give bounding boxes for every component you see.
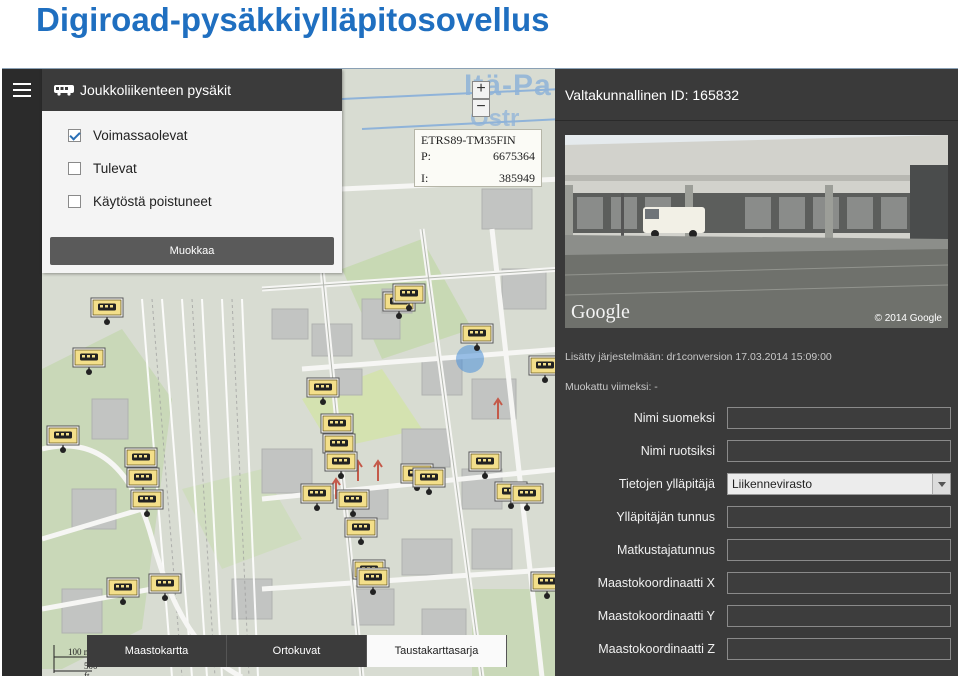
form-field-label: Ylläpitäjän tunnus: [616, 510, 715, 524]
map-type-tabs: Maastokartta Ortokuvat Taustakarttasarja: [87, 635, 507, 667]
form-field-input[interactable]: [727, 539, 951, 561]
street-view-photo[interactable]: Google © 2014 Google: [565, 135, 948, 328]
bus-stop-marker[interactable]: [106, 577, 140, 605]
layer-checkbox[interactable]: [68, 129, 81, 142]
bus-stop-marker[interactable]: [72, 347, 106, 375]
bus-stop-marker[interactable]: [510, 483, 544, 511]
layer-option-poistuneet[interactable]: Käytöstä poistuneet: [42, 185, 342, 218]
form-row: Tietojen ylläpitäjä Liikennevirasto: [555, 473, 958, 497]
modified-info: Muokattu viimeksi: -: [565, 381, 658, 393]
menu-button[interactable]: [2, 69, 42, 111]
bus-stop-marker[interactable]: [90, 297, 124, 325]
chevron-down-icon[interactable]: [932, 474, 950, 494]
photo-brand-logo: Google: [571, 301, 630, 323]
layer-option-tulevat[interactable]: Tulevat: [42, 152, 342, 185]
form-row: Ylläpitäjän tunnus: [555, 506, 958, 530]
bus-icon: [54, 85, 74, 96]
form-row: Maastokoordinaatti Z: [555, 638, 958, 662]
layer-option-label: Voimassaolevat: [93, 128, 188, 143]
maintainer-select-value: Liikennevirasto: [732, 477, 813, 491]
bus-stop-marker[interactable]: [336, 489, 370, 517]
bus-stop-marker[interactable]: [306, 377, 340, 405]
form-row: Nimi suomeksi: [555, 407, 958, 431]
form-field-input[interactable]: [727, 572, 951, 594]
app-window: Itä-Pa Östr + − ETRS89-TM35FIN P: 6675364…: [2, 68, 958, 676]
tab-maastokartta[interactable]: Maastokartta: [87, 635, 227, 667]
bus-stop-marker[interactable]: [356, 567, 390, 595]
layer-option-label: Käytöstä poistuneet: [93, 194, 212, 209]
form-field-input[interactable]: [727, 506, 951, 528]
form-field-input[interactable]: [727, 605, 951, 627]
form-row: Matkustajatunnus: [555, 539, 958, 563]
bus-stop-marker[interactable]: [324, 451, 358, 479]
form-field-input[interactable]: [727, 440, 951, 462]
bus-stop-marker[interactable]: [148, 573, 182, 601]
layer-panel: Joukkoliikenteen pysäkit Voimassaolevat …: [42, 69, 342, 273]
layer-checkbox[interactable]: [68, 195, 81, 208]
form-field-input[interactable]: [727, 407, 951, 429]
stop-id-header: Valtakunnallinen ID: 165832: [555, 69, 958, 121]
layer-option-label: Tulevat: [93, 161, 137, 176]
layer-panel-header: Joukkoliikenteen pysäkit: [42, 69, 342, 111]
layer-option-voimassaolevat[interactable]: Voimassaolevat: [42, 119, 342, 152]
coordinate-p-value: 6675364: [493, 149, 535, 163]
coordinate-i-label: I:: [421, 171, 429, 185]
tab-ortokuvat[interactable]: Ortokuvat: [227, 635, 367, 667]
tab-taustakarttasarja[interactable]: Taustakarttasarja: [367, 635, 507, 667]
bus-stop-marker[interactable]: [46, 425, 80, 453]
coordinate-i-value: 385949: [499, 171, 535, 185]
layer-panel-title: Joukkoliikenteen pysäkit: [80, 82, 231, 98]
form-field-label: Maastokoordinaatti Y: [597, 609, 715, 623]
slide-title: Digiroad-pysäkkiylläpitosovellus: [36, 1, 550, 38]
bus-stop-marker[interactable]: [130, 489, 164, 517]
edit-button[interactable]: Muokkaa: [50, 237, 334, 265]
maintainer-select[interactable]: Liikennevirasto: [727, 473, 951, 495]
bus-stop-marker[interactable]: [468, 451, 502, 479]
form-field-label: Maastokoordinaatti X: [597, 576, 715, 590]
map-view[interactable]: Itä-Pa Östr + − ETRS89-TM35FIN P: 6675364…: [2, 69, 562, 676]
street-view-image: [565, 135, 948, 328]
form-field-label: Matkustajatunnus: [617, 543, 715, 557]
layer-checkbox[interactable]: [68, 162, 81, 175]
bus-stop-marker[interactable]: [392, 283, 426, 311]
photo-copyright: © 2014 Google: [874, 313, 942, 324]
form-field-input[interactable]: [727, 638, 951, 660]
left-rail: [2, 69, 42, 676]
form-row: Maastokoordinaatti Y: [555, 605, 958, 629]
form-field-label: Nimi suomeksi: [633, 411, 715, 425]
added-info: Lisätty järjestelmään: dr1conversion 17.…: [565, 351, 832, 363]
stop-detail-panel: Valtakunnallinen ID: 165832 Google © 201…: [555, 69, 958, 676]
bus-stop-marker[interactable]: [344, 517, 378, 545]
form-row: Nimi ruotsiksi: [555, 440, 958, 464]
bus-stop-marker[interactable]: [300, 483, 334, 511]
form-field-label: Tietojen ylläpitäjä: [618, 477, 715, 491]
coordinate-crs: ETRS89-TM35FIN: [421, 133, 516, 147]
zoom-in-button[interactable]: +: [472, 81, 490, 99]
hamburger-icon: [13, 83, 31, 97]
form-row: Maastokoordinaatti X: [555, 572, 958, 596]
scale-bar: 100 m 500 ft: [52, 645, 98, 676]
coordinate-readout: ETRS89-TM35FIN P: 6675364 I: 385949: [414, 129, 542, 187]
zoom-out-button[interactable]: −: [472, 99, 490, 117]
bus-stop-marker[interactable]: [412, 467, 446, 495]
coordinate-p-label: P:: [421, 149, 432, 163]
form-field-label: Nimi ruotsiksi: [640, 444, 715, 458]
bus-stop-marker[interactable]: [460, 323, 494, 351]
form-field-label: Maastokoordinaatti Z: [598, 642, 715, 656]
